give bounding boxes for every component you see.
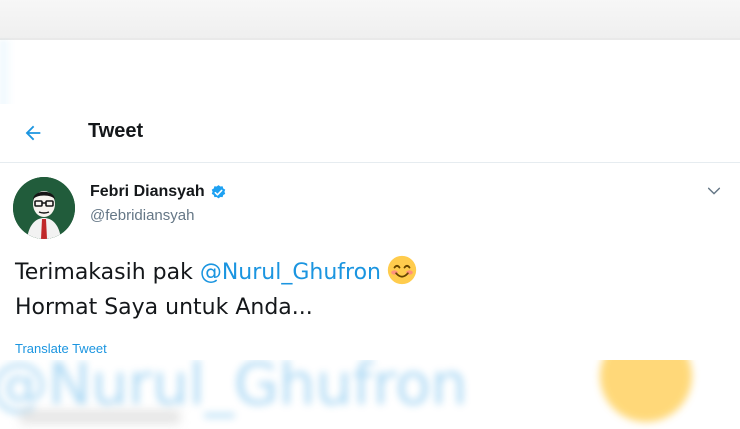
verified-badge-icon: [211, 184, 225, 198]
tweet-line-2: Hormat Saya untuk Anda...: [15, 295, 313, 320]
chevron-down-icon[interactable]: [706, 183, 722, 199]
author-display-name[interactable]: Febri Diansyah: [90, 183, 205, 201]
browser-top-strip: [0, 0, 740, 40]
tweet-text: Terimakasih pak @Nurul_Ghufron Hormat Sa…: [15, 255, 715, 325]
blurred-emoji-icon: [600, 360, 692, 422]
avatar-illustration: [13, 177, 75, 239]
smiling-face-icon: [387, 255, 417, 285]
page-title: Tweet: [88, 120, 144, 142]
author-name-row: Febri Diansyah: [90, 183, 227, 201]
tweet-card[interactable]: Febri Diansyah @febridiansyah Terimakasi…: [0, 163, 740, 360]
translate-tweet-link[interactable]: Translate Tweet: [15, 341, 107, 356]
page-header: Tweet: [0, 104, 740, 163]
arrow-left-icon[interactable]: [22, 122, 44, 144]
author-handle[interactable]: @febridiansyah: [90, 207, 194, 224]
blurred-background: @Nurul_Ghufron: [0, 360, 740, 429]
mention-link[interactable]: @Nurul_Ghufron: [200, 260, 381, 285]
tweet-text-part1: Terimakasih pak: [15, 260, 200, 285]
tweet-line-1: Terimakasih pak @Nurul_Ghufron: [15, 255, 715, 290]
avatar[interactable]: [13, 177, 75, 239]
blurred-text-smudge: [20, 410, 180, 424]
